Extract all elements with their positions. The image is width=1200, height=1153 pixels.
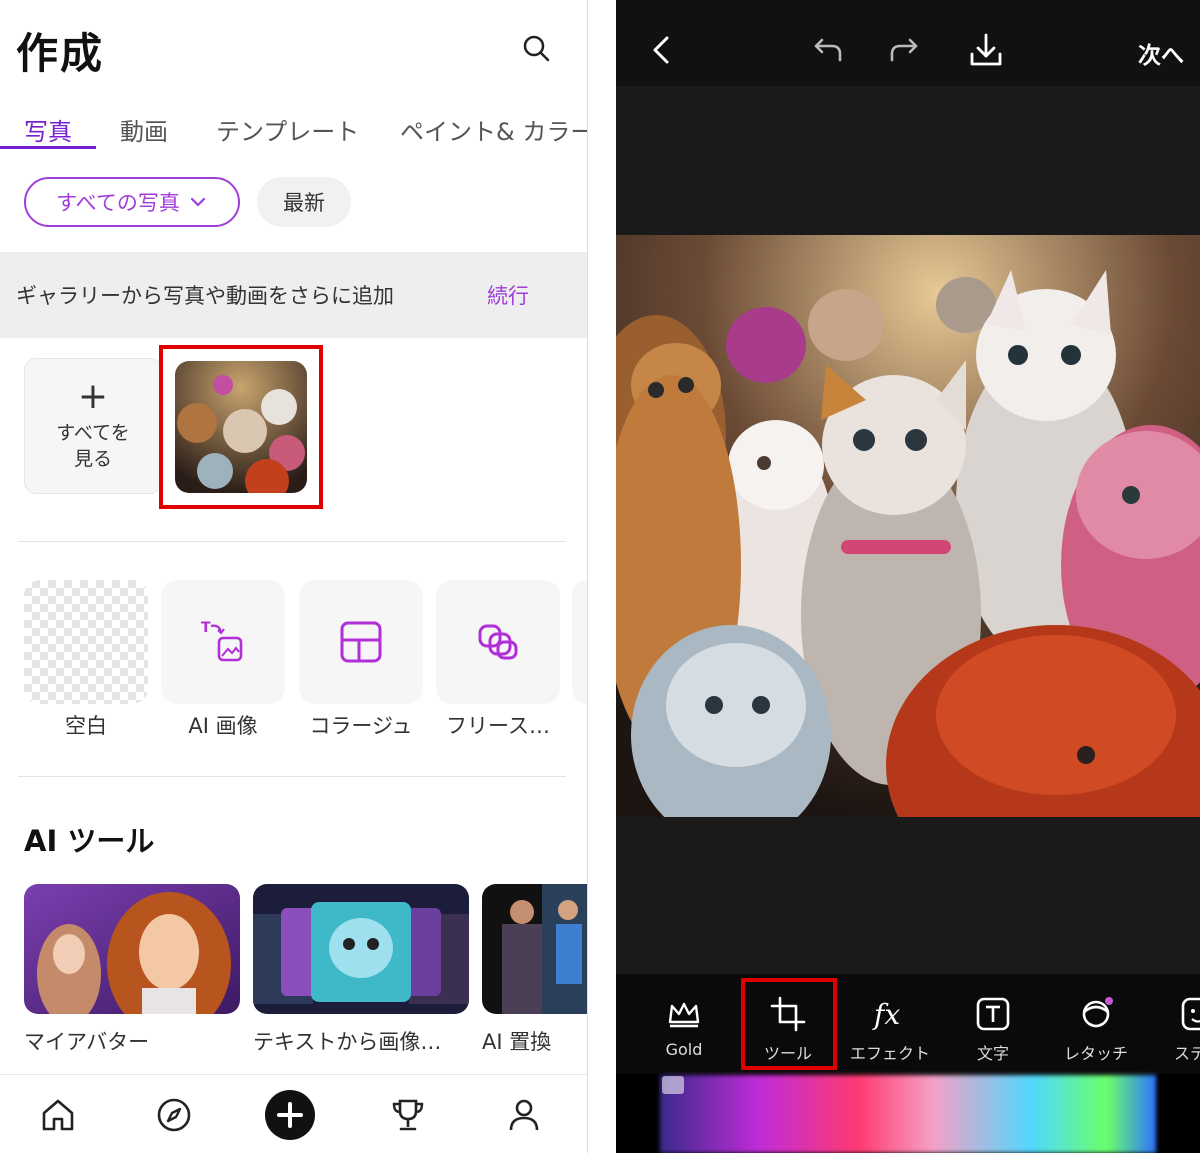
create-screen: 作成 写真 動画 テンプレート ペイント& カラー すべての写真 最新 ギャラリ… xyxy=(0,0,588,1153)
see-all-button[interactable]: + すべてを 見る xyxy=(24,358,162,494)
fx-icon: fx xyxy=(872,998,900,1031)
highlight-frame xyxy=(741,978,837,1070)
collage-icon xyxy=(340,621,382,663)
tool-label-blank: 空白 xyxy=(65,714,107,738)
profile-icon[interactable] xyxy=(502,1093,546,1137)
tool-label-collage: コラージュ xyxy=(309,714,413,738)
home-icon[interactable] xyxy=(36,1093,80,1137)
tool-label-freestyle: フリース… xyxy=(446,714,550,738)
banner-text: ギャラリーから写真や動画をさらに追加 xyxy=(16,284,394,308)
text-icon xyxy=(976,997,1010,1031)
chevron-down-icon xyxy=(190,197,205,207)
highlight-frame xyxy=(159,345,323,509)
ad-info-icon[interactable] xyxy=(662,1076,684,1094)
ai-image-card[interactable]: T xyxy=(161,580,285,704)
toolbar-text[interactable]: 文字 xyxy=(941,994,1045,1064)
see-all-label-1: すべてを xyxy=(56,422,130,445)
active-tab-indicator xyxy=(0,146,96,149)
toolbar-label-sticker: ステッ xyxy=(1173,1044,1200,1063)
my-avatar-card[interactable] xyxy=(24,884,240,1014)
ai-label-text-to-image: テキストから画像… xyxy=(253,1030,442,1054)
ai-label-replace: AI 置換 xyxy=(482,1030,552,1054)
next-button[interactable]: 次へ xyxy=(1138,36,1184,70)
latest-chip[interactable]: 最新 xyxy=(257,177,351,227)
blank-canvas-card[interactable] xyxy=(24,580,148,704)
plus-icon: + xyxy=(77,376,109,418)
page-title: 作成 xyxy=(16,29,105,78)
section-divider xyxy=(18,776,566,777)
gallery-banner: ギャラリーから写真や動画をさらに追加 続行 xyxy=(0,252,587,338)
toolbar-retouch[interactable]: レタッチ xyxy=(1044,994,1148,1064)
toolbar-label-text: 文字 xyxy=(976,1044,1009,1063)
redo-icon[interactable] xyxy=(886,30,926,70)
search-icon[interactable] xyxy=(520,32,552,64)
svg-text:T: T xyxy=(201,620,211,636)
edited-photo[interactable] xyxy=(616,235,1200,817)
text-to-image-card[interactable] xyxy=(253,884,469,1014)
see-all-label-2: 見る xyxy=(73,448,112,470)
undo-icon[interactable] xyxy=(806,30,846,70)
tab-templates[interactable]: テンプレート xyxy=(216,112,359,147)
collage-card[interactable] xyxy=(299,580,423,704)
ai-replace-card[interactable] xyxy=(482,884,587,1014)
more-tool-card[interactable] xyxy=(572,580,587,704)
toolbar-label-effects: エフェクト xyxy=(849,1044,930,1063)
tab-paint-color[interactable]: ペイント& カラー xyxy=(400,112,587,147)
trophy-icon[interactable] xyxy=(386,1093,430,1137)
all-photos-label: すべての写真 xyxy=(56,191,180,215)
crown-icon xyxy=(668,1002,700,1028)
toolbar-gold[interactable]: Gold xyxy=(632,994,736,1059)
continue-link[interactable]: 続行 xyxy=(487,280,529,310)
ai-label-avatar: マイアバター xyxy=(24,1030,150,1054)
ai-tools-heading: AI ツール xyxy=(24,824,155,858)
toolbar-label-gold: Gold xyxy=(665,1040,703,1059)
tool-label-ai-image: AI 画像 xyxy=(188,714,258,738)
media-tabs: 写真 動画 テンプレート ペイント& カラー xyxy=(0,104,587,152)
text-to-image-icon: T xyxy=(201,620,243,662)
toolbar-sticker[interactable]: ステッ xyxy=(1146,994,1200,1064)
editor-top-bar: 次へ xyxy=(616,0,1200,86)
ad-banner[interactable] xyxy=(660,1075,1156,1153)
freestyle-icon xyxy=(478,624,518,660)
svg-text:fx: fx xyxy=(872,998,900,1031)
tab-photos[interactable]: 写真 xyxy=(24,112,72,147)
toolbar-effects[interactable]: fx エフェクト xyxy=(838,994,942,1064)
compass-icon[interactable] xyxy=(152,1093,196,1137)
section-divider xyxy=(18,541,566,542)
freestyle-card[interactable] xyxy=(436,580,560,704)
bottom-navigation xyxy=(0,1074,587,1153)
photo-thumbnail[interactable] xyxy=(175,361,307,493)
retouch-icon xyxy=(1082,997,1113,1028)
all-photos-dropdown[interactable]: すべての写真 xyxy=(24,177,240,227)
editor-toolbar: Gold ツール fx エフェクト 文字 レタッチ ステッ xyxy=(616,974,1200,1074)
editor-screen: 次へ Gold ツール fx エフェクト 文字 レタッチ ステ xyxy=(616,0,1200,1153)
download-icon[interactable] xyxy=(966,30,1006,70)
sticker-icon xyxy=(1181,997,1200,1031)
create-plus-button[interactable] xyxy=(264,1089,316,1141)
toolbar-label-retouch: レタッチ xyxy=(1063,1044,1128,1063)
tab-videos[interactable]: 動画 xyxy=(120,112,168,147)
back-icon[interactable] xyxy=(642,30,682,70)
